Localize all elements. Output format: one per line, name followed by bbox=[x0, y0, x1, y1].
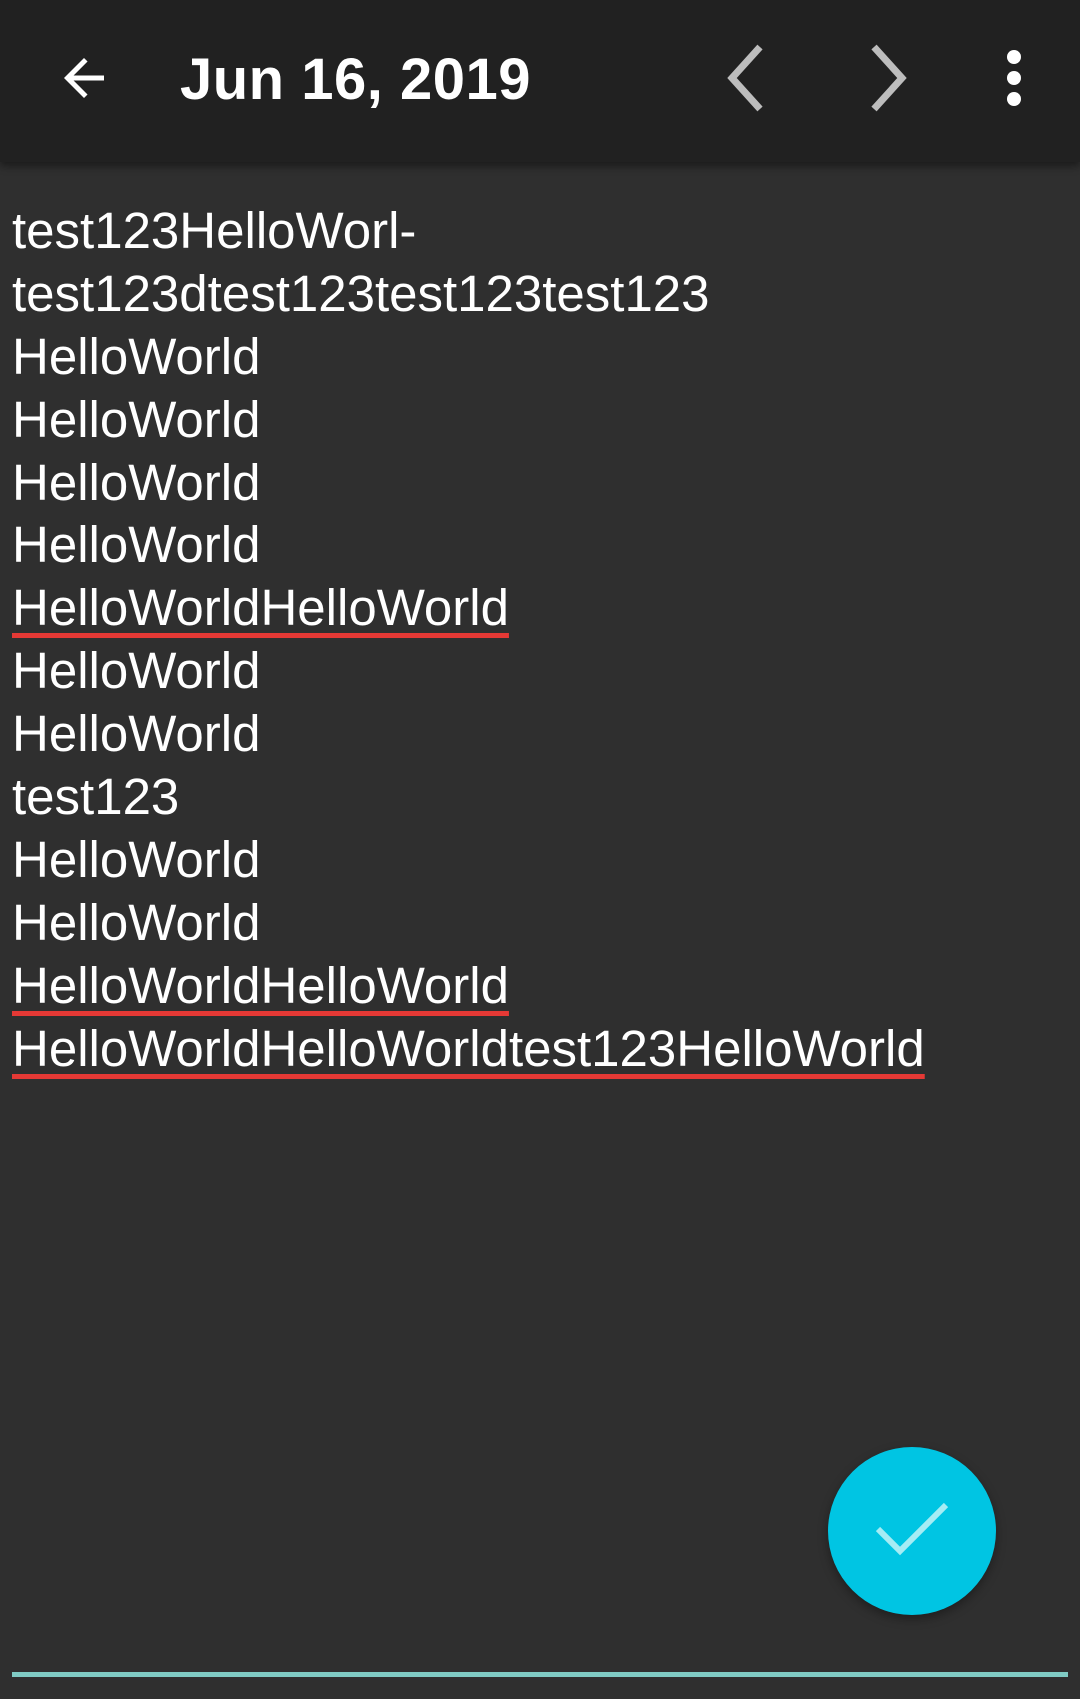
check-icon bbox=[872, 1497, 952, 1566]
editor-line: HelloWorld bbox=[12, 829, 1068, 892]
editor-line-text: test123 bbox=[12, 768, 180, 826]
save-fab-button[interactable] bbox=[828, 1447, 996, 1615]
editor-line: HelloWorld bbox=[12, 452, 1068, 515]
chevron-right-icon bbox=[864, 39, 912, 122]
editor-line: test123 bbox=[12, 766, 1068, 829]
editor-line: HelloWorld bbox=[12, 892, 1068, 955]
editor-line-text: HelloWorld bbox=[12, 705, 261, 763]
next-day-button[interactable] bbox=[828, 24, 948, 136]
top-app-bar: Jun 16, 2019 bbox=[0, 0, 1080, 162]
back-button[interactable] bbox=[24, 24, 144, 136]
arrow-left-icon bbox=[54, 48, 114, 113]
misspelled-text: HelloWorldHelloWorldtest123HelloWorld bbox=[12, 1019, 925, 1077]
editor-line-text: HelloWorld bbox=[12, 516, 261, 574]
editor-line-text: HelloWorld bbox=[12, 830, 261, 888]
note-text-editor[interactable]: test123HelloWorl-test123dtest123test123t… bbox=[12, 200, 1068, 1640]
editor-line: HelloWorld bbox=[12, 389, 1068, 452]
editor-line: test123HelloWorl- bbox=[12, 200, 1068, 263]
editor-line: test123dtest123test123test123 bbox=[12, 263, 1068, 326]
editor-line: HelloWorld bbox=[12, 514, 1068, 577]
more-vertical-icon bbox=[1004, 48, 1024, 113]
editor-line-text: HelloWorld bbox=[12, 453, 261, 511]
editor-line: HelloWorld bbox=[12, 703, 1068, 766]
editor-line-text: HelloWorld bbox=[12, 642, 261, 700]
editor-line-text: test123dtest123test123test123 bbox=[12, 264, 710, 322]
editor-line-text: HelloWorld bbox=[12, 390, 261, 448]
editor-line: HelloWorldHelloWorldtest123HelloWorld bbox=[12, 1018, 1068, 1081]
chevron-left-icon bbox=[722, 39, 770, 122]
app-screen: Jun 16, 2019 test123HelloWorl- test123dt… bbox=[0, 0, 1080, 1699]
input-underline bbox=[12, 1672, 1068, 1677]
misspelled-text: HelloWorldHelloWorld bbox=[12, 956, 509, 1014]
page-title: Jun 16, 2019 bbox=[180, 47, 531, 112]
previous-day-button[interactable] bbox=[686, 24, 806, 136]
editor-line: HelloWorld bbox=[12, 640, 1068, 703]
editor-line-text: HelloWorld bbox=[12, 893, 261, 951]
editor-line: HelloWorldHelloWorld bbox=[12, 955, 1068, 1018]
editor-line-text: test123HelloWorl- bbox=[12, 202, 417, 259]
more-options-button[interactable] bbox=[954, 24, 1074, 136]
editor-line: HelloWorld bbox=[12, 326, 1068, 389]
editor-line: HelloWorldHelloWorld bbox=[12, 577, 1068, 640]
misspelled-text: HelloWorldHelloWorld bbox=[12, 579, 509, 637]
editor-line-text: HelloWorld bbox=[12, 327, 261, 385]
